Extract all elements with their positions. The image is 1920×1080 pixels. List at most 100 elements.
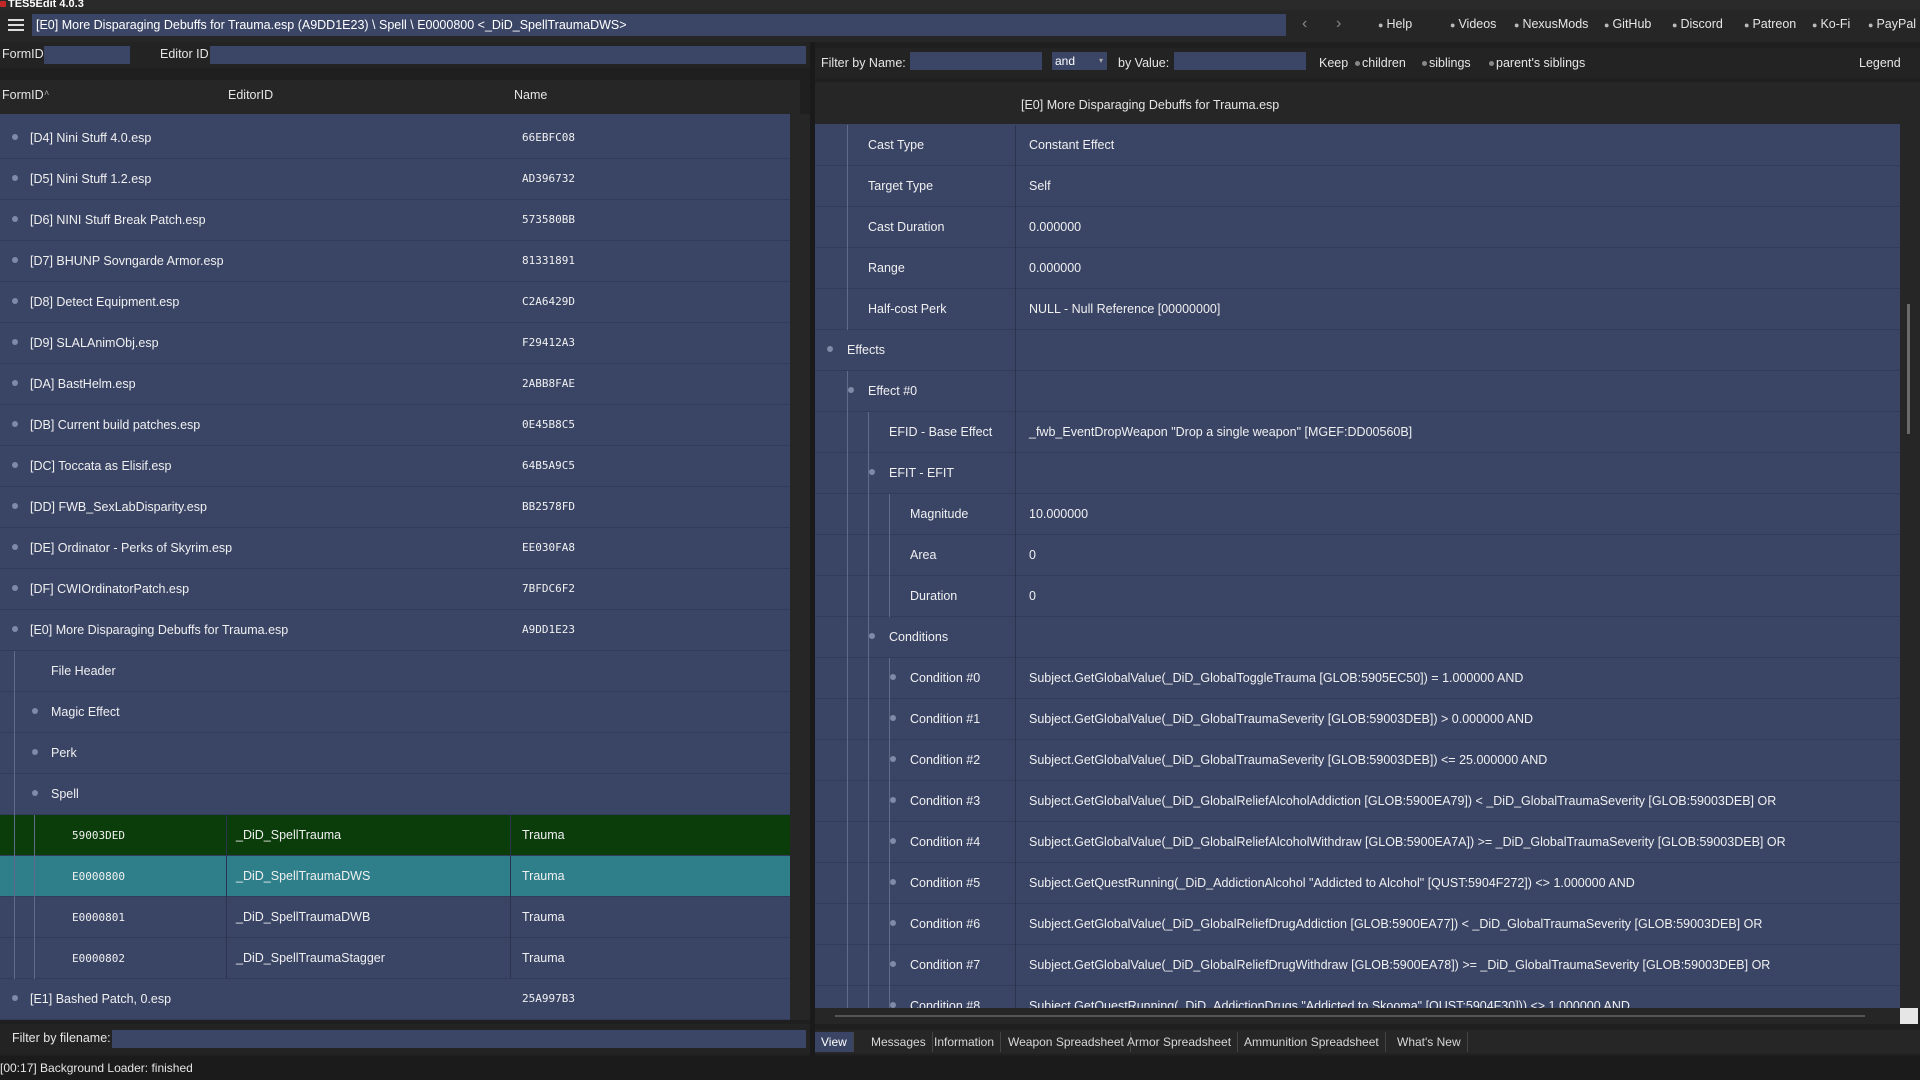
tree-row[interactable]: [DE] Ordinator - Perks of Skyrim.esp EE03…	[0, 528, 790, 569]
tree-row[interactable]: [E1] Bashed Patch, 0.esp 25A997B3	[0, 979, 790, 1020]
expand-icon[interactable]	[12, 585, 18, 591]
expand-icon[interactable]	[12, 339, 18, 345]
tree-row[interactable]: [D5] Nini Stuff 1.2.esp AD396732	[0, 159, 790, 200]
tree-row[interactable]: [DB] Current build patches.esp 0E45B8C5	[0, 405, 790, 446]
expand-icon[interactable]	[12, 216, 18, 222]
tree-row[interactable]: [DD] FWB_SexLabDisparity.esp BB2578FD	[0, 487, 790, 528]
detail-row[interactable]: Cast Duration 0.000000	[815, 207, 1900, 248]
back-arrow-icon[interactable]: ‹	[1302, 15, 1307, 33]
detail-row[interactable]: Condition #4 Subject.GetGlobalValue(_DiD_…	[815, 822, 1900, 863]
expand-icon[interactable]	[12, 626, 18, 632]
expand-icon[interactable]	[890, 961, 896, 967]
right-scroll-thumb[interactable]	[1907, 304, 1910, 434]
expand-icon[interactable]	[827, 346, 833, 352]
toolbar-link-videos[interactable]: ● Videos	[1450, 17, 1496, 31]
expand-icon[interactable]	[890, 756, 896, 762]
tree-row[interactable]: [D6] NINI Stuff Break Patch.esp 573580BB	[0, 200, 790, 241]
detail-row[interactable]: Range 0.000000	[815, 248, 1900, 289]
record-row[interactable]: E0000802 _DiD_SpellTraumaStagger Trauma	[0, 938, 790, 979]
col-header-formid[interactable]: FormID	[2, 88, 44, 102]
expand-icon[interactable]	[12, 175, 18, 181]
detail-row[interactable]: Condition #6 Subject.GetGlobalValue(_DiD_…	[815, 904, 1900, 945]
tab-messages[interactable]: Messages	[865, 1032, 933, 1052]
expand-icon[interactable]	[12, 462, 18, 468]
and-or-select[interactable]: and ▾	[1052, 52, 1107, 70]
detail-row[interactable]: Effect #0	[815, 371, 1900, 412]
tab-information[interactable]: Information	[928, 1032, 1002, 1052]
expand-icon[interactable]	[869, 633, 875, 639]
menu-icon[interactable]	[8, 19, 24, 33]
detail-row[interactable]: Target Type Self	[815, 166, 1900, 207]
detail-row[interactable]: EFIT - EFIT	[815, 453, 1900, 494]
expand-icon[interactable]	[890, 920, 896, 926]
expand-icon[interactable]	[12, 995, 18, 1001]
forward-arrow-icon[interactable]: ›	[1336, 15, 1341, 33]
detail-row[interactable]: Condition #0 Subject.GetGlobalValue(_DiD_…	[815, 658, 1900, 699]
expand-icon[interactable]	[12, 257, 18, 263]
tree-row[interactable]: [DC] Toccata as Elisif.esp 64B5A9C5	[0, 446, 790, 487]
record-row[interactable]: 59003DED _DiD_SpellTrauma Trauma	[0, 815, 790, 856]
tab-what-s-new[interactable]: What's New	[1391, 1032, 1468, 1052]
detail-row[interactable]: Conditions	[815, 617, 1900, 658]
tree-row[interactable]: [D8] Detect Equipment.esp C2A6429D	[0, 282, 790, 323]
detail-row[interactable]: Area 0	[815, 535, 1900, 576]
filter-name-input[interactable]	[910, 52, 1042, 70]
tab-armor-spreadsheet[interactable]: Armor Spreadsheet	[1121, 1032, 1239, 1052]
record-row[interactable]: E0000801 _DiD_SpellTraumaDWB Trauma	[0, 897, 790, 938]
expand-icon[interactable]	[890, 797, 896, 803]
toolbar-link-github[interactable]: ● GitHub	[1604, 17, 1651, 31]
tab-view[interactable]: View	[815, 1032, 854, 1052]
detail-row[interactable]: Effects	[815, 330, 1900, 371]
expand-icon[interactable]	[12, 380, 18, 386]
expand-icon[interactable]	[890, 674, 896, 680]
tree-row[interactable]: Spell	[0, 774, 790, 815]
detail-row[interactable]: Condition #7 Subject.GetGlobalValue(_DiD_…	[815, 945, 1900, 986]
horizontal-scroll-thumb[interactable]	[835, 1015, 1865, 1017]
right-scrollbar[interactable]	[1900, 124, 1920, 1008]
tree-row[interactable]: Perk	[0, 733, 790, 774]
expand-icon[interactable]	[848, 387, 854, 393]
expand-icon[interactable]	[890, 838, 896, 844]
record-path[interactable]: [E0] More Disparaging Debuffs for Trauma…	[32, 14, 1286, 36]
tree-row[interactable]: [D4] Nini Stuff 4.0.esp 66EBFC08	[0, 118, 790, 159]
left-scrollbar[interactable]	[790, 114, 810, 1020]
toolbar-link-patreon[interactable]: ● Patreon	[1744, 17, 1796, 31]
expand-icon[interactable]	[890, 879, 896, 885]
expand-icon[interactable]	[12, 298, 18, 304]
expand-icon[interactable]	[12, 544, 18, 550]
keep-siblings-checkbox[interactable]: siblings	[1422, 56, 1471, 70]
expand-icon[interactable]	[869, 469, 875, 475]
horizontal-scrollbar[interactable]	[815, 1008, 1900, 1024]
tab-weapon-spreadsheet[interactable]: Weapon Spreadsheet	[1002, 1032, 1131, 1052]
expand-icon[interactable]	[32, 708, 38, 714]
tree-row[interactable]: Magic Effect	[0, 692, 790, 733]
editorid-input[interactable]	[210, 46, 806, 64]
tab-ammunition-spreadsheet[interactable]: Ammunition Spreadsheet	[1238, 1032, 1386, 1052]
legend-button[interactable]: Legend	[1859, 56, 1901, 70]
formid-input[interactable]	[44, 46, 130, 64]
filter-filename-input[interactable]	[112, 1030, 806, 1048]
detail-row[interactable]: Condition #3 Subject.GetGlobalValue(_DiD_…	[815, 781, 1900, 822]
detail-row[interactable]: Duration 0	[815, 576, 1900, 617]
col-header-name[interactable]: Name	[514, 88, 547, 102]
detail-row[interactable]: Condition #1 Subject.GetGlobalValue(_DiD_…	[815, 699, 1900, 740]
tree-row[interactable]: [DF] CWIOrdinatorPatch.esp 7BFDC6F2	[0, 569, 790, 610]
expand-icon[interactable]	[12, 134, 18, 140]
toolbar-link-nexusmods[interactable]: ● NexusMods	[1514, 17, 1588, 31]
keep-children-checkbox[interactable]: children	[1355, 56, 1406, 70]
toolbar-link-paypal[interactable]: ● PayPal	[1868, 17, 1916, 31]
keep-parents-siblings-checkbox[interactable]: parent's siblings	[1489, 56, 1585, 70]
toolbar-link-help[interactable]: ● Help	[1378, 17, 1412, 31]
detail-row[interactable]: Condition #2 Subject.GetGlobalValue(_DiD_…	[815, 740, 1900, 781]
detail-row[interactable]: Cast Type Constant Effect	[815, 125, 1900, 166]
expand-icon[interactable]	[12, 503, 18, 509]
col-header-editorid[interactable]: EditorID	[228, 88, 273, 102]
by-value-input[interactable]	[1174, 52, 1306, 70]
tree-row[interactable]: [D7] BHUNP Sovngarde Armor.esp 81331891	[0, 241, 790, 282]
tree-row[interactable]: [D9] SLALAnimObj.esp F29412A3	[0, 323, 790, 364]
detail-row[interactable]: Magnitude 10.000000	[815, 494, 1900, 535]
expand-icon[interactable]	[32, 749, 38, 755]
tree-row[interactable]: File Header	[0, 651, 790, 692]
tree-row[interactable]: [E0] More Disparaging Debuffs for Trauma…	[0, 610, 790, 651]
detail-row[interactable]: EFID - Base Effect _fwb_EventDropWeapon "…	[815, 412, 1900, 453]
